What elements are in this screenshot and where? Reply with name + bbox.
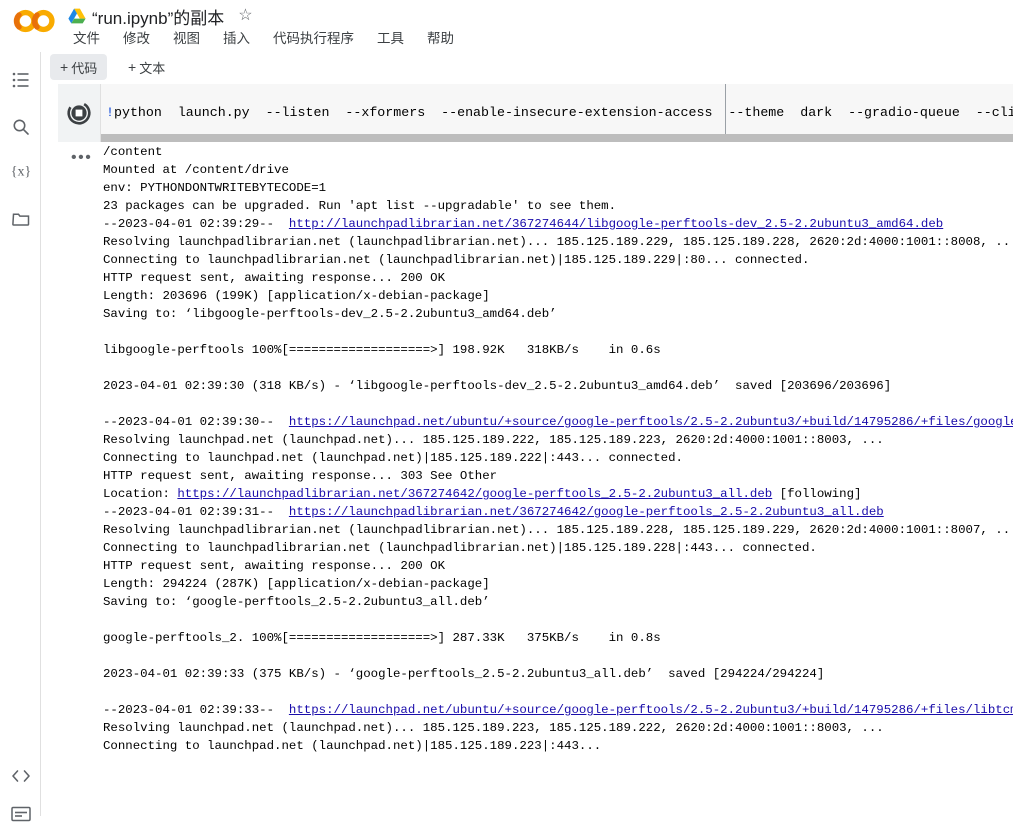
text-cursor [725,84,726,137]
output-line: --2023-04-01 02:39:31-- https://launchpa… [103,503,1013,521]
table-of-contents-icon[interactable] [9,68,33,92]
menu-edit[interactable]: 修改 [120,25,153,49]
output-line: google-perftools_2. 100%[===============… [103,631,661,645]
cell-gutter [58,84,100,142]
output-actions-menu-icon[interactable]: ••• [71,150,92,166]
output-link[interactable]: https://launchpadlibrarian.net/367274642… [177,487,772,501]
add-code-cell-button[interactable]: + 代码 [50,54,108,80]
code-horizontal-scrollbar[interactable] [101,134,1013,142]
output-link[interactable]: https://launchpad.net/ubuntu/+source/goo… [289,415,1013,429]
plus-icon: + [128,59,137,75]
output-line: env: PYTHONDONTWRITEBYTECODE=1 [103,181,327,195]
output-link[interactable]: https://launchpad.net/ubuntu/+source/goo… [289,703,1013,717]
menu-file[interactable]: 文件 [70,25,103,49]
output-line: libgoogle-perftools 100%[===============… [103,343,661,357]
output-line: Resolving launchpad.net (launchpad.net).… [103,433,884,447]
notebook-canvas: !python launch.py --listen --xformers --… [41,84,1013,816]
output-line: 2023-04-01 02:39:33 (375 KB/s) - ‘google… [103,667,825,681]
output-line: 23 packages can be upgraded. Run 'apt li… [103,199,617,213]
menu-tools[interactable]: 工具 [374,25,407,49]
output-link[interactable]: http://launchpadlibrarian.net/367274644/… [289,217,943,231]
menu-view[interactable]: 视图 [170,25,203,49]
search-icon[interactable] [9,115,33,139]
output-line: Connecting to launchpad.net (launchpad.n… [103,451,683,465]
menu-bar: 文件 修改 视图 插入 代码执行程序 工具 帮助 [70,26,457,48]
output-line-text: Location: [103,487,178,501]
output-line: /content [103,145,163,159]
output-line: --2023-04-01 02:39:30-- https://launchpa… [103,413,1013,431]
menu-help[interactable]: 帮助 [424,25,457,49]
output-line: Length: 294224 (287K) [application/x-deb… [103,577,490,591]
output-link[interactable]: https://launchpadlibrarian.net/367274642… [289,505,884,519]
output-line: --2023-04-01 02:39:29-- http://launchpad… [103,215,1013,233]
output-line: HTTP request sent, awaiting response... … [103,559,446,573]
output-line: Resolving launchpadlibrarian.net (launch… [103,523,1013,537]
drive-icon [68,8,86,24]
output-line: Connecting to launchpad.net (launchpad.n… [103,739,602,753]
menu-insert[interactable]: 插入 [220,25,253,49]
code-snippets-icon[interactable] [9,764,33,788]
files-folder-icon[interactable] [9,207,33,231]
variables-icon[interactable]: {x} [9,159,33,183]
output-stream-text: /content Mounted at /content/drive env: PY… [103,143,1013,755]
output-line-text: [following] [772,487,862,501]
cell-output: ••• /content Mounted at /content/drive env… [58,142,1013,816]
output-line: Resolving launchpad.net (launchpad.net).… [103,721,884,735]
output-line: Connecting to launchpadlibrarian.net (la… [103,253,810,267]
output-line-text: --2023-04-01 02:39:33-- [103,703,289,717]
output-line: Length: 203696 (199K) [application/x-deb… [103,289,490,303]
output-line: Resolving launchpadlibrarian.net (launch… [103,235,1013,249]
output-line: HTTP request sent, awaiting response... … [103,271,446,285]
output-line: --2023-04-01 02:39:33-- https://launchpa… [103,701,1013,719]
add-text-cell-button[interactable]: + 文本 [118,54,175,80]
page-title: “run.ipynb”的副本 [92,8,225,28]
output-line: Connecting to launchpadlibrarian.net (la… [103,541,817,555]
terminal-icon[interactable] [9,802,33,826]
colab-logo[interactable] [12,6,58,36]
left-sidebar-rail: {x} [0,52,41,822]
output-line: Location: https://launchpadlibrarian.net… [103,485,1013,503]
output-line: Saving to: ‘google-perftools_2.5-2.2ubun… [103,595,490,609]
output-line-text: --2023-04-01 02:39:30-- [103,415,289,429]
code-horizontal-scrollbar-thumb[interactable] [101,134,1013,142]
plus-icon: + [60,59,69,75]
code-text: python launch.py --listen --xformers --e… [113,105,1013,120]
top-bar: “run.ipynb”的副本 ☆ 文件 修改 视图 插入 代码执行程序 工具 帮… [0,0,1013,50]
stop-execution-button[interactable] [66,100,92,126]
output-line: Mounted at /content/drive [103,163,289,177]
code-editor[interactable]: !python launch.py --listen --xformers --… [100,84,1013,142]
add-code-cell-label: 代码 [71,60,98,76]
shell-bang-token: ! [106,105,114,120]
svg-text:{x}: {x} [11,165,31,180]
output-line: 2023-04-01 02:39:30 (318 KB/s) - ‘libgoo… [103,379,892,393]
output-line-text: --2023-04-01 02:39:31-- [103,505,289,519]
add-text-cell-label: 文本 [139,60,166,76]
menu-runtime[interactable]: 代码执行程序 [270,25,357,49]
output-line: HTTP request sent, awaiting response... … [103,469,498,483]
output-line-text: --2023-04-01 02:39:29-- [103,217,289,231]
output-line: Saving to: ‘libgoogle-perftools-dev_2.5-… [103,307,557,321]
code-line[interactable]: !python launch.py --listen --xformers --… [106,105,1013,120]
star-icon[interactable]: ☆ [238,8,252,24]
